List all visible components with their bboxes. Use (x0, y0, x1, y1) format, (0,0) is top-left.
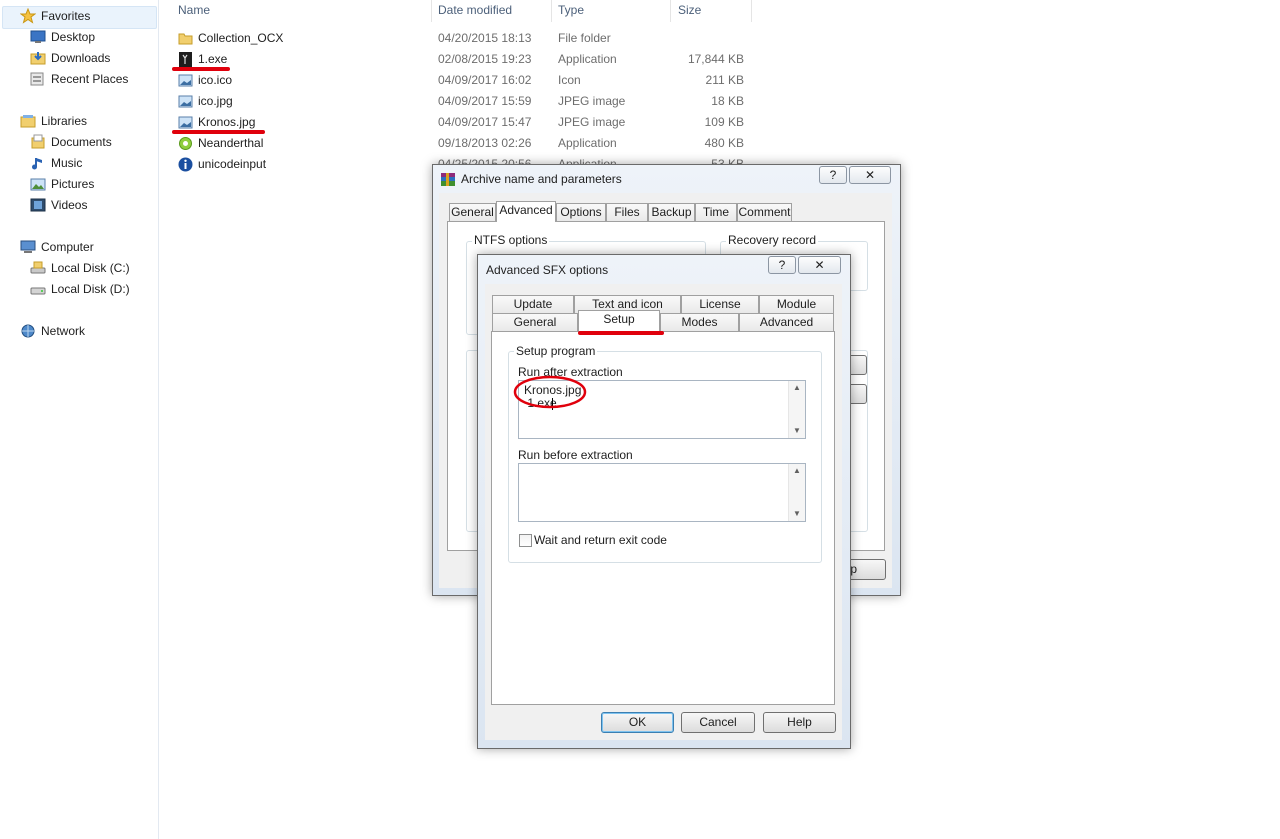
tab-comment[interactable]: Comment (737, 203, 792, 222)
pictures-icon (30, 176, 46, 192)
tab-module[interactable]: Module (759, 295, 834, 314)
star-icon (19, 7, 37, 24)
close-icon: ✕ (814, 258, 825, 272)
image-file-icon (178, 115, 193, 130)
winrar-icon (440, 172, 456, 188)
exe-icon (178, 52, 193, 67)
tab-backup[interactable]: Backup (648, 203, 695, 222)
info-icon (178, 157, 193, 172)
tab-time[interactable]: Time (695, 203, 737, 222)
sfx-dialog: Advanced SFX options ? ✕ Update Text and… (477, 254, 851, 749)
scroll-down-icon[interactable]: ▼ (789, 507, 805, 521)
computer-icon (20, 239, 36, 255)
help-button[interactable]: ? (819, 166, 847, 184)
red-underline-annotation (578, 331, 664, 335)
tab-license[interactable]: License (681, 295, 759, 314)
tab-modes[interactable]: Modes (660, 313, 739, 332)
tab-setup[interactable]: Setup (578, 310, 660, 331)
tab-files[interactable]: Files (606, 203, 648, 222)
tab-options[interactable]: Options (556, 203, 606, 222)
scroll-up-icon[interactable]: ▲ (789, 464, 805, 478)
libraries-icon (20, 113, 36, 129)
close-icon: ✕ (864, 168, 876, 182)
column-header-size[interactable]: Size (674, 0, 752, 22)
red-circle-annotation (513, 375, 587, 409)
run-before-textarea[interactable]: ▲ ▼ (518, 463, 806, 522)
file-row[interactable]: ico.jpg 04/09/2017 15:59 JPEG image 18 K… (174, 91, 754, 112)
red-underline-annotation (172, 67, 230, 71)
column-header-date[interactable]: Date modified (434, 0, 552, 22)
archive-dialog-title: Archive name and parameters (461, 172, 622, 186)
navigation-pane: Favorites Desktop Downloads Recent Place… (0, 0, 159, 839)
column-header-name[interactable]: Name (174, 0, 432, 22)
recovery-record-label: Recovery record (726, 233, 819, 247)
scrollbar[interactable]: ▲ ▼ (788, 464, 805, 521)
image-file-icon (178, 73, 193, 88)
scroll-down-icon[interactable]: ▼ (789, 424, 805, 438)
file-row[interactable]: Neanderthal 09/18/2013 02:26 Application… (174, 133, 754, 154)
setup-panel: Setup program Run after extraction Krono… (491, 331, 835, 705)
wait-label: Wait and return exit code (534, 533, 667, 547)
drive-c-icon (30, 260, 46, 276)
sfx-dialog-title: Advanced SFX options (486, 263, 609, 277)
tab-advanced[interactable]: Advanced (496, 201, 556, 222)
tab-update[interactable]: Update (492, 295, 574, 314)
ok-button[interactable]: OK (601, 712, 674, 733)
close-button[interactable]: ✕ (849, 166, 891, 184)
ntfs-options-label: NTFS options (472, 233, 550, 247)
documents-icon (30, 134, 46, 150)
drive-d-icon (30, 281, 46, 297)
app-icon (178, 136, 193, 151)
cancel-button[interactable]: Cancel (681, 712, 755, 733)
help-button[interactable]: ? (768, 256, 796, 274)
tab-general[interactable]: General (492, 313, 578, 332)
wait-checkbox[interactable] (519, 534, 532, 547)
recent-places-icon (30, 71, 46, 87)
setup-program-label: Setup program (514, 344, 598, 358)
run-before-label: Run before extraction (518, 448, 633, 462)
close-button[interactable]: ✕ (798, 256, 841, 274)
column-header-type[interactable]: Type (554, 0, 671, 22)
file-row[interactable]: Collection_OCX 04/20/2015 18:13 File fol… (174, 28, 754, 49)
tab-general[interactable]: General (449, 203, 496, 222)
downloads-icon (30, 50, 46, 66)
scroll-up-icon[interactable]: ▲ (789, 381, 805, 395)
help-dialog-button[interactable]: Help (763, 712, 836, 733)
tab-advanced[interactable]: Advanced (739, 313, 834, 332)
network-icon (20, 323, 36, 339)
desktop-icon (30, 29, 46, 45)
red-underline-annotation (172, 130, 265, 134)
music-icon (30, 155, 46, 171)
videos-icon (30, 197, 46, 213)
image-file-icon (178, 94, 193, 109)
file-row[interactable]: ico.ico 04/09/2017 16:02 Icon 211 KB (174, 70, 754, 91)
file-row[interactable]: 1.exe 02/08/2015 19:23 Application 17,84… (174, 49, 754, 70)
scrollbar[interactable]: ▲ ▼ (788, 381, 805, 438)
folder-icon (178, 31, 193, 46)
